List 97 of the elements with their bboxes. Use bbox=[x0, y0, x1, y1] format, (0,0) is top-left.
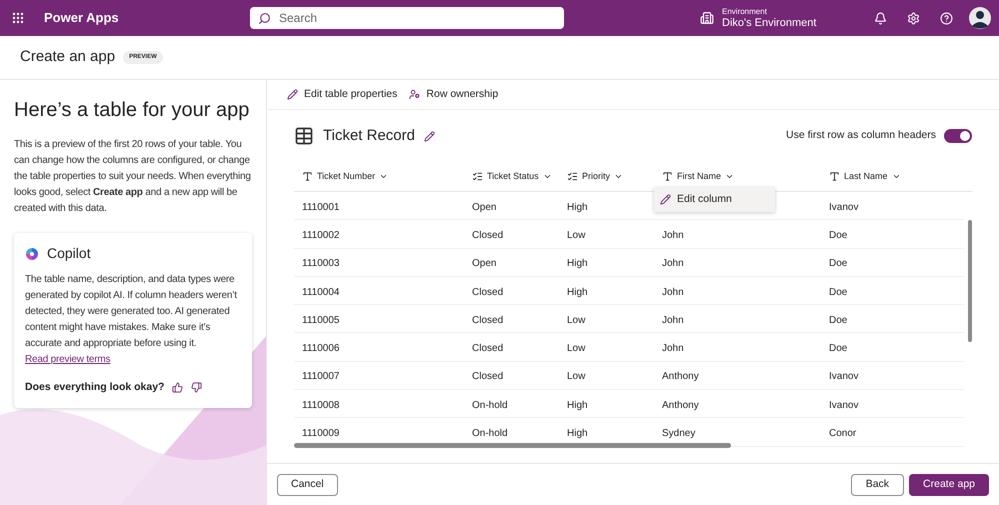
table-cell: Low bbox=[567, 343, 586, 354]
notifications-icon[interactable] bbox=[874, 12, 887, 24]
text-type-icon bbox=[829, 171, 840, 182]
table-cell: High bbox=[567, 286, 588, 298]
create-app-button[interactable]: Create app bbox=[909, 474, 989, 496]
table-cell: Doe bbox=[829, 314, 848, 326]
preview-terms-link[interactable]: Read preview terms bbox=[25, 354, 110, 365]
table-cell: 1110005 bbox=[302, 314, 340, 326]
table-cell: Closed bbox=[472, 286, 504, 298]
table-cell: John bbox=[662, 230, 684, 241]
table-cell: Doe bbox=[829, 286, 848, 298]
search-field[interactable]: Search bbox=[250, 7, 564, 29]
panel-heading: Here’s a table for your app bbox=[14, 98, 250, 123]
table-cell: Sydney bbox=[662, 428, 696, 440]
table-cell: 1110001 bbox=[302, 202, 340, 213]
edit-table-properties-button[interactable]: Edit table properties bbox=[287, 86, 398, 102]
building-icon bbox=[700, 11, 714, 25]
toggle-label: Use first row as column headers bbox=[786, 128, 936, 144]
environment-label: Environment bbox=[722, 8, 768, 16]
row-ownership-button[interactable]: Row ownership bbox=[409, 86, 498, 102]
table-cell: John bbox=[662, 286, 684, 298]
table-cell: 1110007 bbox=[302, 371, 340, 382]
table-cell: Doe bbox=[829, 258, 848, 270]
table-cell: Anthony bbox=[662, 400, 699, 411]
copilot-logo-icon bbox=[25, 246, 39, 260]
intro-text: This is a preview of the first 20 rows of your table. You can change how the columns are configured, or change the table properties to suit your needs. When everything looks good, select Create app and a new app will be created with this data. bbox=[14, 138, 252, 216]
header-toggle[interactable] bbox=[944, 129, 972, 143]
app-launcher-icon[interactable] bbox=[12, 12, 24, 24]
table-cell: On-hold bbox=[472, 400, 508, 411]
chevron-down-icon bbox=[892, 172, 901, 181]
cancel-button[interactable]: Cancel bbox=[277, 474, 338, 496]
table-cell: Anthony bbox=[662, 371, 699, 382]
table-cell: 1110003 bbox=[302, 258, 340, 270]
table-cell: John bbox=[662, 258, 684, 270]
table-cell: John bbox=[662, 314, 684, 326]
table-cell: Closed bbox=[472, 230, 504, 241]
table-cell: Open bbox=[472, 258, 496, 270]
settings-icon[interactable] bbox=[907, 12, 920, 24]
table-cell: 1110008 bbox=[302, 400, 340, 411]
text-type-icon bbox=[302, 171, 313, 182]
table-cell: Ivanov bbox=[829, 371, 858, 382]
edit-name-icon[interactable] bbox=[424, 130, 435, 142]
app-name[interactable]: Power Apps bbox=[44, 8, 244, 28]
table-cell: High bbox=[567, 202, 588, 213]
table-cell: Closed bbox=[472, 314, 504, 326]
table-cell: Closed bbox=[472, 343, 504, 354]
chevron-down-icon bbox=[725, 172, 734, 181]
text-type-icon bbox=[662, 171, 673, 182]
table-cell: Ivanov bbox=[829, 400, 858, 411]
search-icon bbox=[258, 12, 271, 24]
choice-type-icon bbox=[567, 171, 578, 182]
table-cell: 1110009 bbox=[302, 428, 340, 440]
page-title: Create an app bbox=[20, 47, 116, 68]
table-cell: High bbox=[567, 400, 588, 411]
choice-type-icon bbox=[472, 171, 483, 182]
edit-column-menu-item[interactable]: Edit column bbox=[654, 192, 738, 208]
pencil-icon bbox=[660, 194, 671, 205]
table-cell: 1110002 bbox=[302, 230, 340, 241]
table-cell: 1110006 bbox=[302, 343, 340, 354]
thumbs-down-icon[interactable] bbox=[191, 382, 202, 394]
feedback-question: Does everything look okay? bbox=[25, 380, 164, 395]
help-icon[interactable] bbox=[940, 12, 953, 24]
copilot-title: Copilot bbox=[47, 244, 91, 263]
table-cell: Low bbox=[567, 230, 586, 241]
column-header[interactable]: Ticket Status bbox=[464, 170, 559, 184]
table-cell: Doe bbox=[829, 230, 848, 241]
search-input[interactable]: Search bbox=[279, 9, 556, 27]
table-cell: High bbox=[567, 428, 588, 440]
copilot-text: The table name, description, and data types were generated by copilot AI. If column headers weren’t detected, they were generated too. AI generated content might have mistakes. Make sure it’s accurate and appropriate before using it. Read preview terms bbox=[25, 273, 238, 367]
chevron-down-icon bbox=[379, 172, 388, 181]
table-cell: High bbox=[567, 258, 588, 270]
table-cell: Low bbox=[567, 314, 586, 326]
person-icon bbox=[409, 89, 420, 100]
pencil-icon bbox=[287, 89, 298, 100]
table-cell: Open bbox=[472, 202, 496, 213]
column-header[interactable]: Priority bbox=[559, 170, 654, 184]
table-cell: Ivanov bbox=[829, 202, 858, 213]
column-header[interactable]: First Name bbox=[654, 170, 821, 184]
avatar[interactable] bbox=[969, 7, 991, 29]
table-cell: Conor bbox=[829, 428, 856, 440]
environment-name[interactable]: Diko's Environment bbox=[722, 18, 842, 28]
table-name: Ticket Record bbox=[323, 126, 415, 146]
horizontal-scrollbar[interactable] bbox=[294, 443, 731, 448]
table-cell: On-hold bbox=[472, 428, 508, 440]
back-button[interactable]: Back bbox=[850, 474, 904, 496]
table-icon bbox=[294, 126, 314, 146]
table-cell: Low bbox=[567, 371, 586, 382]
chevron-down-icon bbox=[614, 172, 624, 181]
table-cell: Closed bbox=[472, 371, 504, 382]
table-cell: 1110004 bbox=[302, 286, 340, 298]
column-header[interactable]: Last Name bbox=[821, 170, 961, 184]
thumbs-up-icon[interactable] bbox=[172, 382, 184, 394]
table-cell: Doe bbox=[829, 343, 848, 354]
table-cell: John bbox=[662, 343, 684, 354]
column-header[interactable]: Ticket Number bbox=[294, 170, 464, 184]
vertical-scrollbar[interactable] bbox=[968, 220, 972, 342]
chevron-down-icon bbox=[542, 172, 552, 181]
